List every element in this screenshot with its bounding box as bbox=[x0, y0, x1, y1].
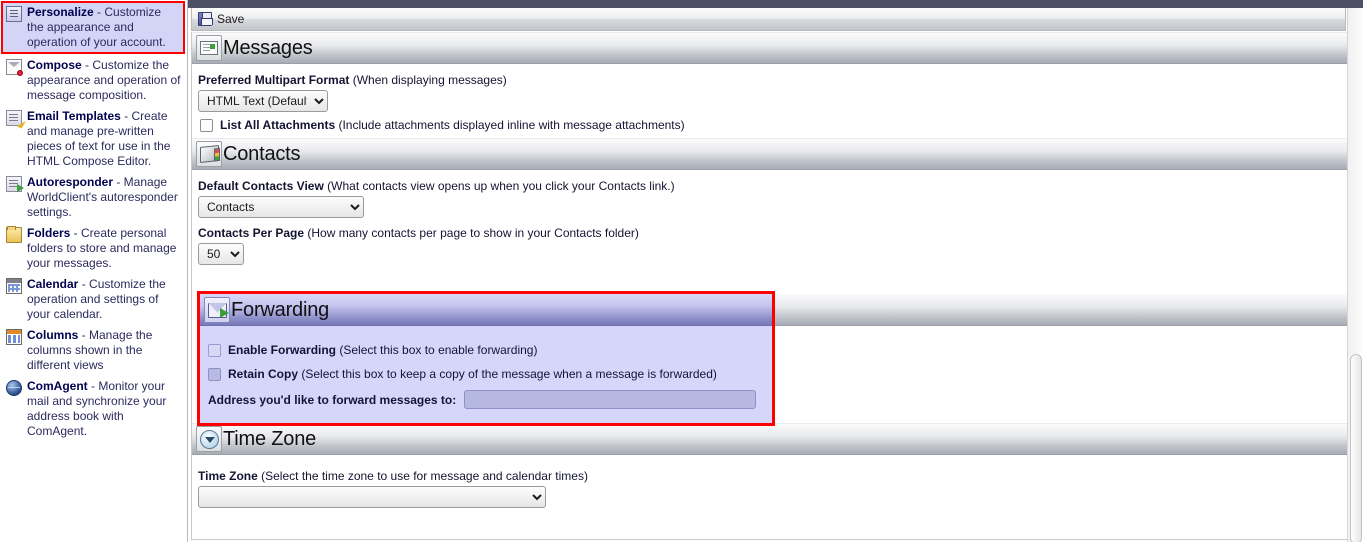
label-hint: (Select this box to enable forwarding) bbox=[336, 343, 538, 357]
section-header-forwarding: Forwarding bbox=[200, 294, 772, 326]
list-all-attachments-label: List All Attachments (Include attachment… bbox=[220, 118, 685, 132]
label-hint: (Select this box to keep a copy of the m… bbox=[298, 367, 717, 381]
options-form: Messages Preferred Multipart Format (Whe… bbox=[191, 32, 1348, 540]
forward-address-input[interactable] bbox=[464, 390, 757, 409]
forward-address-label: Address you'd like to forward messages t… bbox=[208, 392, 457, 407]
sidebar-item-title: ComAgent bbox=[27, 379, 88, 393]
preferred-multipart-format-label: Preferred Multipart Format (When display… bbox=[198, 73, 1347, 87]
label-bold: Time Zone bbox=[198, 469, 258, 483]
section-header-timezone: Time Zone bbox=[192, 423, 1347, 455]
section-body-forwarding: Enable Forwarding (Select this box to en… bbox=[200, 326, 772, 423]
contacts-per-page-select[interactable]: 50 bbox=[198, 243, 244, 265]
sidebar-item-folders[interactable]: Folders - Create personal folders to sto… bbox=[2, 223, 185, 274]
section-title: Contacts bbox=[223, 143, 301, 165]
options-sidebar: Personalize - Customize the appearance a… bbox=[0, 0, 188, 542]
section-title: Forwarding bbox=[231, 298, 330, 321]
comagent-icon bbox=[6, 380, 22, 396]
default-contacts-view-select[interactable]: Contacts bbox=[198, 196, 364, 218]
sidebar-item-title: Folders bbox=[27, 226, 71, 240]
sidebar-item-compose[interactable]: Compose - Customize the appearance and o… bbox=[2, 55, 185, 106]
calendar-icon bbox=[6, 278, 22, 294]
sidebar-item-label: ComAgent - Monitor your mail and synchro… bbox=[27, 379, 181, 439]
sidebar-item-personalize[interactable]: Personalize - Customize the appearance a… bbox=[1, 1, 185, 54]
sidebar-item-label: Email Templates - Create and manage pre-… bbox=[27, 109, 181, 169]
vertical-scrollbar[interactable] bbox=[1347, 8, 1363, 542]
retain-copy-checkbox[interactable] bbox=[208, 368, 221, 381]
clock-icon bbox=[196, 426, 222, 452]
sidebar-item-title: Autoresponder bbox=[27, 175, 114, 189]
label-hint: (Include attachments displayed inline wi… bbox=[335, 118, 685, 132]
forward-address-row: Address you'd like to forward messages t… bbox=[208, 390, 772, 409]
autoresponder-icon bbox=[6, 176, 24, 192]
timezone-label: Time Zone (Select the time zone to use f… bbox=[198, 469, 1347, 483]
enable-forwarding-label: Enable Forwarding (Select this box to en… bbox=[228, 343, 537, 357]
save-button[interactable]: Save bbox=[192, 9, 252, 30]
list-all-attachments-row[interactable]: List All Attachments (Include attachment… bbox=[200, 118, 1347, 132]
personalize-options-page: Personalize - Customize the appearance a… bbox=[0, 0, 1363, 542]
sidebar-item-label: Calendar - Customize the operation and s… bbox=[27, 277, 181, 322]
label-bold: Default Contacts View bbox=[198, 179, 324, 193]
folders-icon bbox=[6, 226, 22, 243]
label-bold: Preferred Multipart Format bbox=[198, 73, 350, 87]
sidebar-item-label: Columns - Manage the columns shown in th… bbox=[27, 328, 181, 373]
sidebar-item-comagent[interactable]: ComAgent - Monitor your mail and synchro… bbox=[2, 376, 185, 442]
sidebar-item-label: Compose - Customize the appearance and o… bbox=[27, 58, 181, 103]
floppy-disk-icon bbox=[198, 12, 213, 26]
save-button-label: Save bbox=[217, 12, 245, 26]
sidebar-item-label: Personalize - Customize the appearance a… bbox=[27, 5, 180, 50]
options-content-pane: Save Messages Preferred Multipart Format… bbox=[188, 0, 1363, 542]
columns-icon bbox=[6, 329, 22, 345]
window-top-bar bbox=[188, 0, 1363, 8]
sidebar-item-columns[interactable]: Columns - Manage the columns shown in th… bbox=[2, 325, 185, 376]
retain-copy-row[interactable]: Retain Copy (Select this box to keep a c… bbox=[208, 367, 772, 381]
retain-copy-label: Retain Copy (Select this box to keep a c… bbox=[228, 367, 717, 381]
section-title: Time Zone bbox=[223, 428, 317, 450]
section-body-timezone: Time Zone (Select the time zone to use f… bbox=[192, 455, 1347, 514]
label-bold: Enable Forwarding bbox=[228, 343, 337, 357]
section-title: Messages bbox=[223, 37, 313, 59]
sidebar-item-email-templates[interactable]: Email Templates - Create and manage pre-… bbox=[2, 106, 185, 172]
preferred-multipart-format-select[interactable]: HTML Text (Default) bbox=[198, 90, 328, 112]
messages-icon bbox=[196, 35, 222, 61]
personalize-icon bbox=[6, 6, 22, 22]
contacts-per-page-label: Contacts Per Page (How many contacts per… bbox=[198, 226, 1347, 240]
sidebar-item-label: Autoresponder - Manage WorldClient's aut… bbox=[27, 175, 181, 220]
sidebar-item-title: Calendar bbox=[27, 277, 79, 291]
compose-icon bbox=[6, 59, 23, 76]
list-all-attachments-checkbox[interactable] bbox=[200, 119, 213, 132]
label-bold: List All Attachments bbox=[220, 118, 336, 132]
label-hint: (When displaying messages) bbox=[349, 73, 507, 87]
label-bold: Contacts Per Page bbox=[198, 226, 305, 240]
options-toolbar: Save bbox=[191, 8, 1346, 31]
section-header-contacts: Contacts bbox=[192, 138, 1347, 170]
sidebar-item-label: Folders - Create personal folders to sto… bbox=[27, 226, 181, 271]
label-hint: (Select the time zone to use for message… bbox=[257, 469, 588, 483]
sidebar-item-title: Personalize bbox=[27, 5, 94, 19]
contacts-book-icon bbox=[196, 141, 222, 167]
sidebar-item-autoresponder[interactable]: Autoresponder - Manage WorldClient's aut… bbox=[2, 172, 185, 223]
default-contacts-view-label: Default Contacts View (What contacts vie… bbox=[198, 179, 1347, 193]
sidebar-item-title: Compose bbox=[27, 58, 82, 72]
label-hint: (How many contacts per page to show in y… bbox=[304, 226, 639, 240]
section-header-messages: Messages bbox=[192, 32, 1347, 64]
scrollbar-thumb[interactable] bbox=[1350, 354, 1362, 542]
forwarding-section-highlight: Forwarding Enable Forwarding (Select thi… bbox=[197, 291, 775, 426]
enable-forwarding-checkbox[interactable] bbox=[208, 344, 221, 357]
sidebar-item-calendar[interactable]: Calendar - Customize the operation and s… bbox=[2, 274, 185, 325]
sidebar-item-title: Columns bbox=[27, 328, 79, 342]
timezone-select[interactable] bbox=[198, 486, 546, 508]
label-bold: Retain Copy bbox=[228, 367, 299, 381]
section-body-messages: Preferred Multipart Format (When display… bbox=[192, 64, 1347, 138]
forwarding-envelope-icon bbox=[204, 296, 230, 323]
section-body-contacts: Default Contacts View (What contacts vie… bbox=[192, 170, 1347, 271]
label-hint: (What contacts view opens up when you cl… bbox=[323, 179, 675, 193]
enable-forwarding-row[interactable]: Enable Forwarding (Select this box to en… bbox=[208, 343, 772, 357]
forwarding-header-bar-continuation bbox=[775, 294, 1347, 326]
sidebar-item-title: Email Templates bbox=[27, 109, 121, 123]
email-templates-icon bbox=[6, 110, 26, 129]
